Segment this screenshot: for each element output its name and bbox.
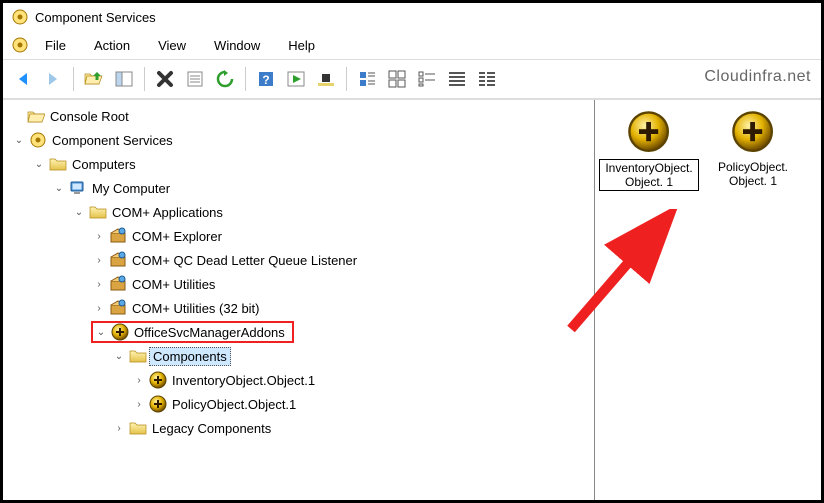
menu-file[interactable]: File bbox=[33, 36, 78, 55]
run-button[interactable] bbox=[282, 65, 310, 93]
tree-com-applications[interactable]: ⌄ COM+ Applications bbox=[7, 200, 594, 224]
folder-icon bbox=[129, 347, 147, 365]
menu-window[interactable]: Window bbox=[202, 36, 272, 55]
expand-icon[interactable]: › bbox=[91, 252, 107, 268]
window-title: Component Services bbox=[35, 10, 156, 25]
view-large-icons-button[interactable] bbox=[383, 65, 411, 93]
tree-com-utilities-32[interactable]: › COM+ Utilities (32 bit) bbox=[7, 296, 594, 320]
tree-legacy-components[interactable]: › Legacy Components bbox=[7, 416, 594, 440]
folder-icon bbox=[49, 155, 67, 173]
view-details-button[interactable] bbox=[473, 65, 501, 93]
ball-icon bbox=[731, 110, 775, 154]
tree-component-services[interactable]: ⌄ Component Services bbox=[7, 128, 594, 152]
tree-officesvcmanageraddons[interactable]: ⌄ OfficeSvcManagerAddons bbox=[7, 320, 594, 344]
collapse-icon[interactable]: ⌄ bbox=[11, 132, 27, 148]
box-icon bbox=[109, 251, 127, 269]
toolbar-separator bbox=[144, 67, 145, 91]
tree-my-computer[interactable]: ⌄ My Computer bbox=[7, 176, 594, 200]
refresh-button[interactable] bbox=[211, 65, 239, 93]
box-icon bbox=[109, 299, 127, 317]
box-icon bbox=[109, 227, 127, 245]
menu-view[interactable]: View bbox=[146, 36, 198, 55]
show-hide-button[interactable] bbox=[110, 65, 138, 93]
menu-help[interactable]: Help bbox=[276, 36, 327, 55]
titlebar: Component Services bbox=[3, 3, 821, 31]
watermark: Cloudinfra.net bbox=[704, 68, 811, 86]
folder-icon bbox=[89, 203, 107, 221]
collapse-icon[interactable]: ⌄ bbox=[93, 324, 109, 340]
toolbar-separator bbox=[346, 67, 347, 91]
view-small-icons-button[interactable] bbox=[413, 65, 441, 93]
ball-icon bbox=[149, 371, 167, 389]
tree-com-explorer[interactable]: › COM+ Explorer bbox=[7, 224, 594, 248]
box-icon bbox=[109, 275, 127, 293]
toolbar: ? Cloudinfra.net bbox=[3, 59, 821, 99]
tree-pane[interactable]: Console Root ⌄ Component Services bbox=[3, 100, 595, 500]
expand-icon[interactable]: › bbox=[111, 420, 127, 436]
blank-toggle bbox=[9, 108, 25, 124]
collapse-icon[interactable]: ⌄ bbox=[51, 180, 67, 196]
app-icon bbox=[11, 8, 29, 26]
view-list-button[interactable] bbox=[443, 65, 471, 93]
menu-action[interactable]: Action bbox=[82, 36, 142, 55]
toolbar-separator bbox=[73, 67, 74, 91]
view-status-button[interactable] bbox=[353, 65, 381, 93]
forward-button[interactable] bbox=[39, 65, 67, 93]
tree-policy-object[interactable]: › PolicyObject.Object.1 bbox=[7, 392, 594, 416]
up-button[interactable] bbox=[80, 65, 108, 93]
delete-button[interactable] bbox=[151, 65, 179, 93]
collapse-icon[interactable]: ⌄ bbox=[111, 348, 127, 364]
tree-computers[interactable]: ⌄ Computers bbox=[7, 152, 594, 176]
back-button[interactable] bbox=[9, 65, 37, 93]
stop-button[interactable] bbox=[312, 65, 340, 93]
expand-icon[interactable]: › bbox=[91, 276, 107, 292]
tree-com-utilities[interactable]: › COM+ Utilities bbox=[7, 272, 594, 296]
list-pane[interactable]: InventoryObject. Object. 1 PolicyObject.… bbox=[595, 100, 821, 500]
collapse-icon[interactable]: ⌄ bbox=[31, 156, 47, 172]
properties-button[interactable] bbox=[181, 65, 209, 93]
expand-icon[interactable]: › bbox=[91, 228, 107, 244]
expand-icon[interactable]: › bbox=[131, 372, 147, 388]
computer-icon bbox=[69, 179, 87, 197]
svg-text:?: ? bbox=[262, 73, 269, 87]
tree-com-qc[interactable]: › COM+ QC Dead Letter Queue Listener bbox=[7, 248, 594, 272]
ball-icon bbox=[627, 110, 671, 154]
content-area: Console Root ⌄ Component Services bbox=[3, 99, 821, 500]
gear-icon bbox=[29, 131, 47, 149]
expand-icon[interactable]: › bbox=[131, 396, 147, 412]
app-icon-small bbox=[11, 36, 29, 54]
menubar: File Action View Window Help bbox=[3, 31, 821, 59]
list-item-policy[interactable]: PolicyObject. Object. 1 bbox=[703, 110, 803, 189]
list-item-inventory[interactable]: InventoryObject. Object. 1 bbox=[599, 110, 699, 191]
folder-open-icon bbox=[27, 107, 45, 125]
collapse-icon[interactable]: ⌄ bbox=[71, 204, 87, 220]
folder-icon bbox=[129, 419, 147, 437]
ball-icon bbox=[111, 323, 129, 341]
tree-inventory-object[interactable]: › InventoryObject.Object.1 bbox=[7, 368, 594, 392]
help-button[interactable]: ? bbox=[252, 65, 280, 93]
expand-icon[interactable]: › bbox=[91, 300, 107, 316]
ball-icon bbox=[149, 395, 167, 413]
tree-components[interactable]: ⌄ Components bbox=[7, 344, 594, 368]
toolbar-separator bbox=[245, 67, 246, 91]
tree-console-root[interactable]: Console Root bbox=[7, 104, 594, 128]
